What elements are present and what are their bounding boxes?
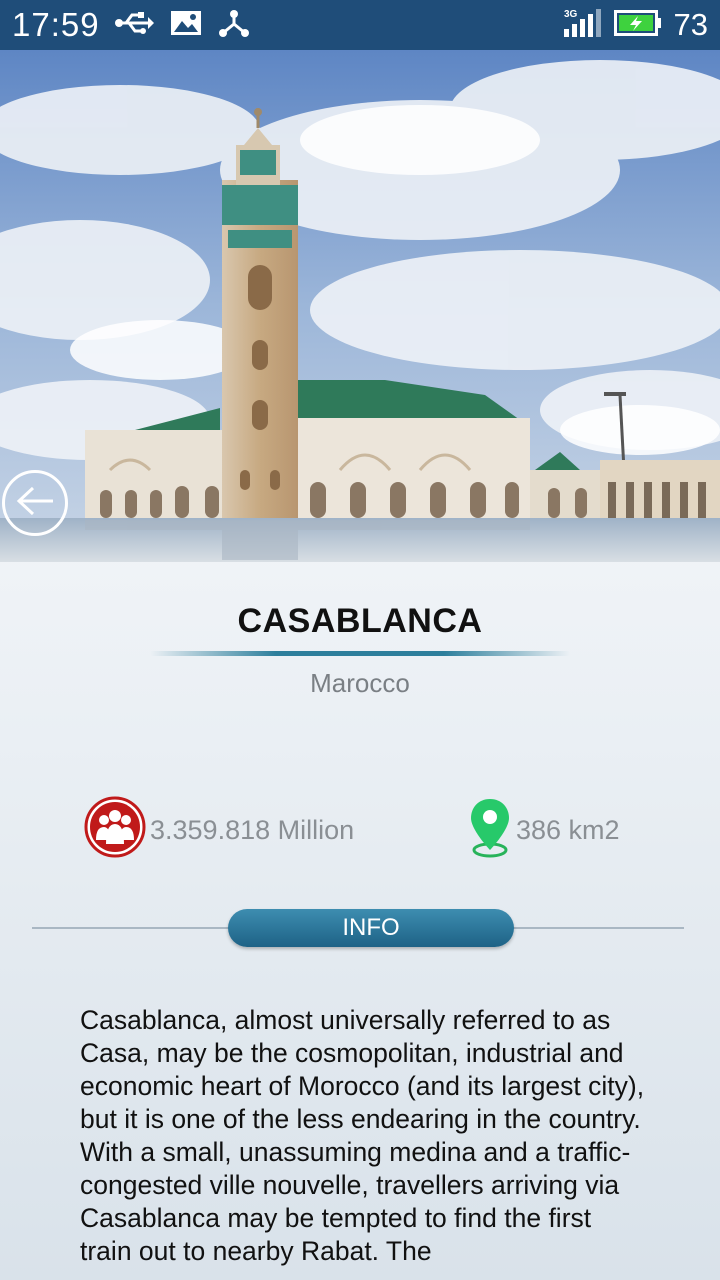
location-pin-icon bbox=[468, 796, 512, 865]
divider-left bbox=[32, 927, 232, 929]
battery-icon bbox=[613, 9, 662, 41]
arrow-left-icon bbox=[15, 486, 55, 521]
people-icon bbox=[84, 796, 146, 865]
image-icon bbox=[170, 10, 202, 41]
share-icon bbox=[218, 8, 250, 43]
population-value: 3.359.818 Million bbox=[150, 815, 355, 845]
battery-level: 73 bbox=[673, 7, 708, 42]
network-type: 3G bbox=[564, 9, 578, 20]
info-tab[interactable]: INFO bbox=[228, 909, 514, 947]
signal-icon: 3G bbox=[563, 8, 602, 43]
divider-right bbox=[510, 927, 684, 929]
area-value: 386 km2 bbox=[516, 815, 620, 845]
city-name: CASABLANCA bbox=[237, 602, 483, 640]
city-description: Casablanca, almost universally referred … bbox=[80, 1005, 645, 1266]
status-time: 17:59 bbox=[12, 6, 100, 43]
info-tab-label: INFO bbox=[342, 914, 400, 941]
population-stat: 3.359.818 Million bbox=[84, 796, 354, 865]
city-photo bbox=[0, 50, 720, 562]
area-stat: 386 km2 bbox=[468, 796, 620, 865]
title-underline bbox=[150, 651, 570, 656]
country-name: Marocco bbox=[310, 668, 410, 698]
status-bar: 17:59 3G 73 bbox=[0, 0, 720, 50]
usb-icon bbox=[114, 10, 154, 41]
hero-image bbox=[0, 50, 720, 562]
back-button[interactable] bbox=[2, 470, 68, 536]
